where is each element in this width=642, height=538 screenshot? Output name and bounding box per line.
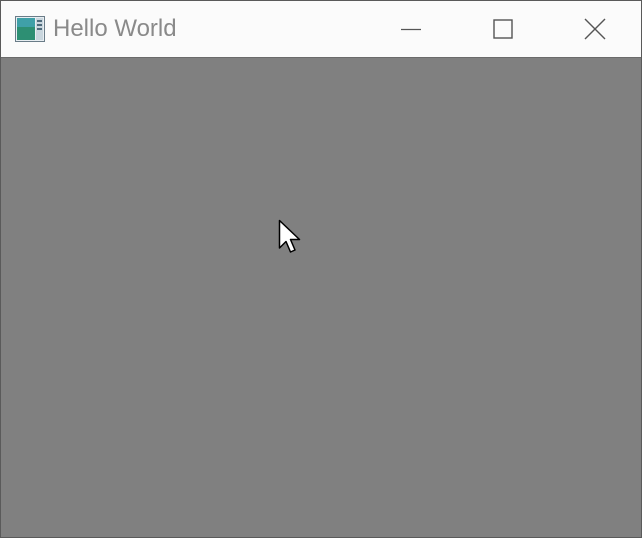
title-bar[interactable]: Hello World xyxy=(1,1,641,58)
maximize-icon xyxy=(492,18,514,40)
maximize-button[interactable] xyxy=(457,1,549,57)
minimize-button[interactable] xyxy=(365,1,457,57)
app-window-icon xyxy=(15,16,45,42)
close-icon xyxy=(583,17,607,41)
app-window: Hello World xyxy=(0,0,642,538)
mouse-pointer-icon xyxy=(278,219,306,259)
window-title: Hello World xyxy=(53,15,177,42)
minimize-icon xyxy=(400,18,422,40)
close-button[interactable] xyxy=(549,1,641,57)
client-area[interactable] xyxy=(1,58,641,537)
